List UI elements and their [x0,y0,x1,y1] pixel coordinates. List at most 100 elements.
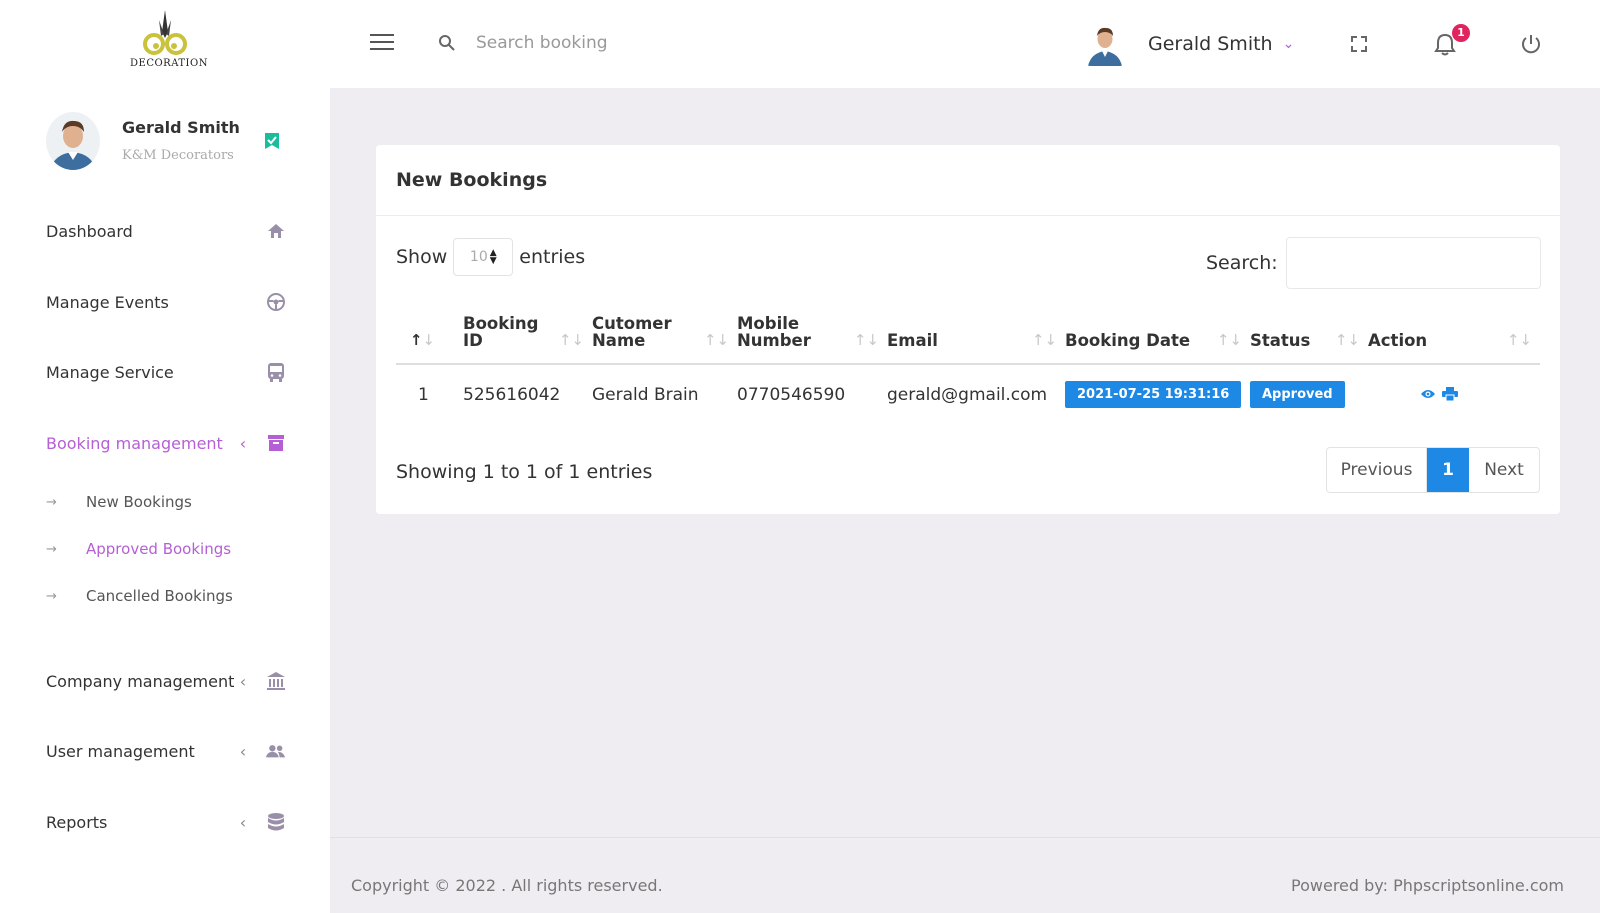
previous-page-button[interactable]: Previous [1327,448,1427,492]
arrow-right-icon: → [46,541,57,557]
arrow-right-icon: → [46,494,57,510]
page-1-button[interactable]: 1 [1427,448,1469,492]
sidebar-item-label: Dashboard [46,221,133,241]
menu-toggle-icon[interactable] [370,34,394,52]
sidebar-subitem-label: New Bookings [86,493,192,511]
profile-name: Gerald Smith [122,118,240,137]
column-header-status[interactable]: Status ↑↓ [1250,315,1368,365]
column-header-index[interactable]: ↑↓ [396,315,463,365]
database-icon [266,812,286,832]
sort-icon: ↑↓ [853,331,879,349]
arrow-right-icon: → [46,588,57,604]
bus-icon [266,362,286,382]
powered-by-text: Powered by: Phpscriptsonline.com [1291,876,1564,895]
sort-icon: ↑↓ [558,331,584,349]
card-title: New Bookings [396,169,548,191]
column-header-customer-name[interactable]: Cutomer Name ↑↓ [592,314,737,365]
page-size-value: 10 [469,249,488,265]
fullscreen-icon[interactable] [1349,34,1369,54]
sidebar-item-manage-events[interactable]: Manage Events [46,287,286,317]
bookings-table: ↑↓ Booking ID ↑↓ Cutomer Name ↑↓ Mobile Nu… [396,315,1540,425]
cell-action [1368,364,1540,425]
profile-company: K&M Decorators [122,148,234,163]
logo-text: DECORATION [130,58,208,69]
column-header-mobile-number[interactable]: Mobile Number ↑↓ [737,314,887,365]
chevron-left-icon: ‹ [239,741,247,761]
sort-icon: ↑↓ [409,331,435,349]
next-page-button[interactable]: Next [1469,448,1539,492]
cell-status: Approved [1250,364,1368,425]
power-icon[interactable] [1520,33,1542,55]
column-header-booking-id[interactable]: Booking ID ↑↓ [463,314,592,365]
sort-icon: ↑↓ [1216,331,1242,349]
cell-customer-name: Gerald Brain [592,364,737,425]
print-icon[interactable] [1442,386,1458,401]
table-info: Showing 1 to 1 of 1 entries [396,461,653,483]
search-icon [439,35,455,51]
users-icon [266,741,286,761]
table-search: Search: [1206,237,1541,289]
chevron-left-icon: ‹ [239,812,247,832]
search-booking-input[interactable] [476,28,736,58]
pagination: Previous 1 Next [1326,447,1540,493]
footer-divider [330,837,1600,838]
archive-box-icon [266,433,286,453]
topbar: Gerald Smith ⌄ 1 [330,0,1600,88]
sidebar: DECORATION Gerald Smith K&M Decorators D… [0,0,330,913]
chevron-left-icon: ‹ [239,671,247,691]
sidebar-item-label: Manage Service [46,362,174,382]
column-header-booking-date[interactable]: Booking Date ↑↓ [1065,315,1250,365]
status-badge: Approved [1250,381,1345,408]
column-header-label: Status [1250,331,1311,350]
home-icon [266,221,286,241]
bank-icon [266,671,286,691]
search-label: Search: [1206,252,1278,274]
column-header-label: Booking ID [463,314,539,350]
sidebar-item-booking-management[interactable]: Booking management ‹ [46,428,286,458]
column-header-action[interactable]: Action ↑↓ [1368,315,1540,365]
sidebar-subitem-label: Cancelled Bookings [86,587,233,605]
divider [376,215,1560,216]
user-menu[interactable]: Gerald Smith ⌄ [1086,20,1294,68]
table-row: 1 525616042 Gerald Brain 0770546590 gera… [396,364,1540,425]
sidebar-item-label: User management [46,741,195,761]
brand-logo[interactable]: DECORATION [130,8,208,74]
sidebar-subitem-new-bookings[interactable]: → New Bookings [46,490,192,514]
steering-wheel-icon [266,292,286,312]
cell-index: 1 [396,364,463,425]
page-size-control: Show 10 ▲ ▼ entries [396,237,585,277]
chevron-down-icon: ⌄ [1282,36,1295,52]
sidebar-profile: Gerald Smith K&M Decorators [46,112,296,172]
notification-count-badge: 1 [1452,24,1470,42]
sidebar-item-label: Company management [46,671,235,691]
column-header-label: Cutomer Name [592,314,672,350]
cell-booking-id: 525616042 [463,364,592,425]
logo-mark-icon [143,10,187,55]
show-label: Show [396,246,448,268]
sidebar-subitem-cancelled-bookings[interactable]: → Cancelled Bookings [46,584,233,608]
view-eye-icon[interactable] [1420,388,1436,400]
column-header-label: Action [1368,331,1428,350]
sort-icon: ↑↓ [1031,331,1057,349]
entries-label: entries [519,246,586,268]
sidebar-item-manage-service[interactable]: Manage Service [46,357,286,387]
avatar [1086,22,1124,66]
verified-bookmark-icon [265,133,279,149]
page-size-select[interactable]: 10 ▲ ▼ [453,238,514,276]
sidebar-subitem-approved-bookings[interactable]: → Approved Bookings [46,537,231,561]
cell-mobile: 0770546590 [737,364,887,425]
sidebar-item-reports[interactable]: Reports ‹ [46,807,286,837]
select-arrows-icon: ▲ ▼ [489,248,497,266]
avatar[interactable] [46,112,100,170]
table-search-input[interactable] [1285,237,1541,289]
new-bookings-card: New Bookings Show 10 ▲ ▼ entries Search: … [376,145,1560,514]
sidebar-item-label: Booking management [46,433,223,453]
chevron-left-icon: ‹ [239,433,247,453]
sidebar-item-dashboard[interactable]: Dashboard [46,216,286,246]
cell-booking-date: 2021-07-25 19:31:16 [1065,364,1250,425]
column-header-email[interactable]: Email ↑↓ [887,315,1065,365]
column-header-label: Mobile Number [737,314,811,350]
column-header-label: Booking Date [1065,331,1191,350]
sidebar-item-user-management[interactable]: User management ‹ [46,736,286,766]
sidebar-item-company-management[interactable]: Company management ‹ [46,666,286,696]
